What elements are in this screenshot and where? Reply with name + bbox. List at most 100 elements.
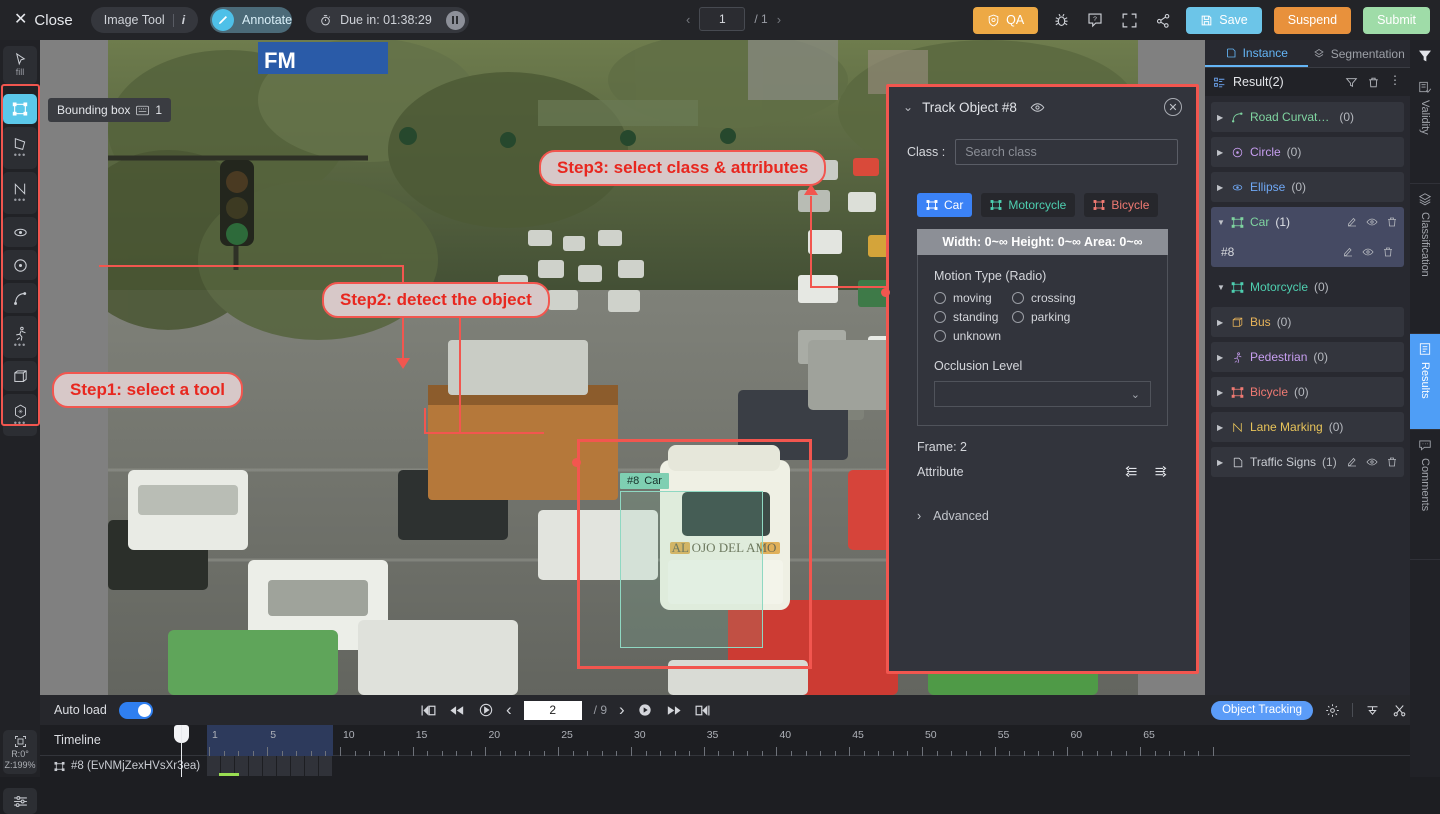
class-button-bicycle[interactable]: Bicycle bbox=[1084, 193, 1159, 217]
result-item-bicycle[interactable]: ▶ Bicycle (0) bbox=[1211, 377, 1404, 407]
smart-tool[interactable]: ✳ ••• bbox=[3, 394, 37, 436]
chevron-right-icon[interactable]: ▶ bbox=[1217, 113, 1225, 122]
chevron-right-icon[interactable]: ▶ bbox=[1217, 388, 1225, 397]
vtab-validity[interactable]: Validity bbox=[1410, 72, 1440, 184]
bug-icon[interactable] bbox=[1050, 9, 1072, 31]
search-class-input[interactable] bbox=[955, 139, 1178, 165]
result-item-lane-marking[interactable]: ▶ Lane Marking (0) bbox=[1211, 412, 1404, 442]
page-input[interactable] bbox=[699, 7, 746, 31]
rewind-icon[interactable] bbox=[449, 703, 466, 718]
timeline-ruler[interactable]: 1 5 10 15 20 25 30 35 40 45 50 55 60 65 bbox=[207, 724, 1440, 756]
bounding-box-tool[interactable] bbox=[3, 94, 37, 124]
qa-button[interactable]: QA bbox=[973, 6, 1039, 34]
vtab-classification[interactable]: Classification bbox=[1410, 184, 1440, 334]
polyline-tool[interactable]: ••• bbox=[3, 172, 37, 214]
eye-icon[interactable] bbox=[1366, 456, 1378, 468]
close-icon[interactable]: ✕ bbox=[1164, 98, 1182, 116]
info-icon[interactable]: i bbox=[182, 13, 185, 27]
chevron-right-icon[interactable]: ▶ bbox=[1217, 183, 1225, 192]
forward-icon[interactable] bbox=[665, 703, 682, 718]
eye-icon[interactable] bbox=[1366, 216, 1378, 228]
radio-standing[interactable]: standing bbox=[934, 310, 1012, 324]
play-icon[interactable] bbox=[637, 702, 653, 718]
reset-icon[interactable] bbox=[478, 702, 494, 718]
polygon-tool[interactable]: ••• bbox=[3, 127, 37, 169]
trash-icon[interactable] bbox=[1386, 456, 1398, 468]
frame-input[interactable] bbox=[523, 700, 582, 720]
track-lane[interactable] bbox=[207, 756, 1440, 776]
advanced-section[interactable]: › Advanced bbox=[889, 479, 1196, 523]
object-bounding-box[interactable] bbox=[620, 491, 763, 648]
next-frame-icon[interactable]: › bbox=[619, 700, 625, 720]
result-item-circle[interactable]: ▶ Circle (0) bbox=[1211, 137, 1404, 167]
chevron-right-icon[interactable]: ▶ bbox=[1217, 148, 1225, 157]
circle-tool[interactable] bbox=[3, 250, 37, 280]
pause-button[interactable] bbox=[445, 10, 465, 30]
edit-icon[interactable] bbox=[1346, 456, 1358, 468]
preferences-button[interactable] bbox=[3, 788, 37, 814]
gear-icon[interactable] bbox=[1325, 703, 1340, 718]
merge-icon[interactable] bbox=[1365, 703, 1380, 718]
eye-icon[interactable] bbox=[1362, 246, 1374, 258]
trash-icon[interactable] bbox=[1382, 246, 1394, 258]
result-item-pedestrian[interactable]: ▶ Pedestrian (0) bbox=[1211, 342, 1404, 372]
prev-page-button[interactable]: ‹ bbox=[686, 12, 690, 27]
chevron-right-icon[interactable]: ▶ bbox=[1217, 423, 1225, 432]
chevron-right-icon[interactable]: ▶ bbox=[1217, 458, 1225, 467]
chevron-right-icon[interactable]: ▶ bbox=[1217, 353, 1225, 362]
image-tool-selector[interactable]: Image Tool i bbox=[90, 7, 199, 33]
chevron-right-icon[interactable]: ▶ bbox=[1217, 318, 1225, 327]
curve-tool[interactable] bbox=[3, 283, 37, 313]
skeleton-tool[interactable]: ••• bbox=[3, 316, 37, 358]
copy-right-icon[interactable] bbox=[1153, 464, 1168, 479]
next-page-button[interactable]: › bbox=[777, 12, 781, 27]
result-item-car[interactable]: ▼ Car (1) bbox=[1211, 207, 1404, 237]
radio-unknown[interactable]: unknown bbox=[934, 329, 1012, 343]
vtab-results[interactable]: Results bbox=[1410, 334, 1440, 430]
radio-parking[interactable]: parking bbox=[1012, 310, 1151, 324]
first-frame-icon[interactable] bbox=[420, 703, 437, 718]
chevron-down-icon[interactable]: ⌄ bbox=[903, 100, 913, 114]
result-item-motorcycle[interactable]: ▼ Motorcycle (0) bbox=[1211, 272, 1404, 302]
close-button[interactable]: ✕ Close bbox=[14, 12, 73, 29]
filter-icon[interactable] bbox=[1345, 76, 1358, 89]
edit-icon[interactable] bbox=[1346, 216, 1358, 228]
last-frame-icon[interactable] bbox=[694, 703, 711, 718]
chevron-down-icon[interactable]: ▼ bbox=[1217, 283, 1225, 292]
auto-load-toggle[interactable] bbox=[118, 701, 153, 719]
pointer-tool[interactable]: fill bbox=[3, 46, 37, 84]
object-tracking-button[interactable]: Object Tracking bbox=[1211, 700, 1313, 720]
funnel-icon[interactable] bbox=[1410, 40, 1440, 72]
eye-icon[interactable] bbox=[1030, 100, 1045, 115]
prev-frame-icon[interactable]: ‹ bbox=[506, 700, 512, 720]
fullscreen-icon[interactable] bbox=[1118, 9, 1140, 31]
result-item-ellipse[interactable]: ▶ Ellipse (0) bbox=[1211, 172, 1404, 202]
vtab-comments[interactable]: Comments bbox=[1410, 430, 1440, 560]
chevron-down-icon[interactable]: ▼ bbox=[1217, 218, 1225, 227]
class-button-motorcycle[interactable]: Motorcycle bbox=[981, 193, 1076, 217]
suspend-button[interactable]: Suspend bbox=[1273, 6, 1352, 34]
class-button-car[interactable]: Car bbox=[917, 193, 973, 217]
radio-moving[interactable]: moving bbox=[934, 291, 1012, 305]
cuboid-tool[interactable] bbox=[3, 361, 37, 391]
submit-button[interactable]: Submit bbox=[1363, 6, 1430, 34]
share-icon[interactable] bbox=[1152, 9, 1174, 31]
cut-icon[interactable] bbox=[1392, 703, 1407, 718]
trash-icon[interactable] bbox=[1367, 76, 1380, 89]
trash-icon[interactable] bbox=[1386, 216, 1398, 228]
edit-icon[interactable] bbox=[1342, 246, 1354, 258]
more-icon[interactable]: ⋮ bbox=[1389, 74, 1402, 89]
annotate-toggle[interactable]: Annotate bbox=[210, 7, 293, 33]
tab-segmentation[interactable]: Segmentation bbox=[1308, 40, 1411, 67]
copy-left-icon[interactable] bbox=[1124, 464, 1139, 479]
result-item-bus[interactable]: ▶ Bus (0) bbox=[1211, 307, 1404, 337]
help-icon[interactable]: ? bbox=[1084, 9, 1106, 31]
result-subitem-8[interactable]: #8 bbox=[1211, 237, 1404, 267]
result-item-road-curvature[interactable]: ▶ Road Curvat… (0) bbox=[1211, 102, 1404, 132]
occlusion-select[interactable]: ⌄ bbox=[934, 381, 1151, 407]
save-button[interactable]: Save bbox=[1186, 6, 1262, 34]
radio-crossing[interactable]: crossing bbox=[1012, 291, 1151, 305]
ellipse-tool[interactable] bbox=[3, 217, 37, 247]
tab-instance[interactable]: Instance bbox=[1205, 40, 1308, 67]
result-item-traffic-signs[interactable]: ▶ Traffic Signs (1) bbox=[1211, 447, 1404, 477]
